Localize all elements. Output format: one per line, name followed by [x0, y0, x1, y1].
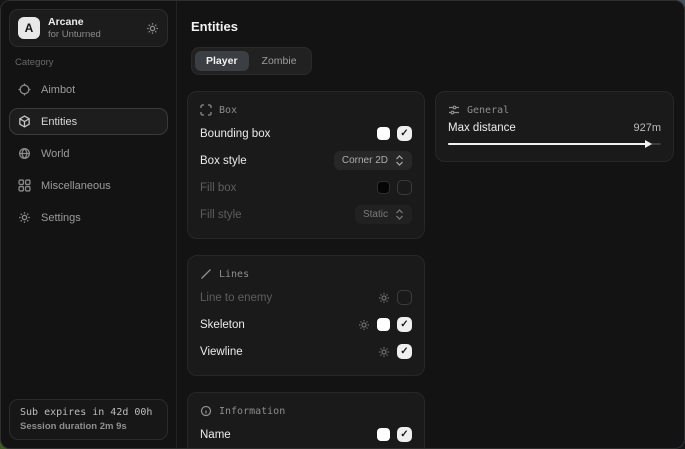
color-swatch[interactable]	[377, 318, 390, 331]
box-card: Box Bounding box ✓ Box style	[187, 91, 425, 239]
viewline-checkbox[interactable]: ✓	[397, 344, 412, 359]
tab-label: Zombie	[262, 55, 297, 67]
subscription-card: Sub expires in 42d 00h Session duration …	[9, 399, 168, 440]
name-checkbox[interactable]: ✓	[397, 427, 412, 442]
sidebar: A Arcane for Unturned Category A	[1, 1, 177, 448]
box-style-select[interactable]: Corner 2D	[334, 151, 412, 170]
setting-label: Fill style	[200, 209, 242, 221]
cube-icon	[18, 115, 31, 128]
row-settings-gear-icon[interactable]	[358, 319, 370, 331]
sidebar-item-label: Miscellaneous	[41, 180, 111, 192]
settings-gear-icon[interactable]	[146, 22, 159, 35]
app-meta: Arcane for Unturned	[48, 16, 101, 40]
app-logo: A	[18, 17, 40, 39]
setting-row-fill-box: Fill box ✓	[200, 176, 412, 199]
setting-row-bounding-box: Bounding box ✓	[200, 122, 412, 145]
setting-label: Box style	[200, 155, 247, 167]
app-name: Arcane	[48, 16, 101, 28]
setting-row-viewline: Viewline ✓	[200, 340, 412, 363]
entity-tabs: Player Zombie	[191, 47, 312, 75]
check-icon: ✓	[400, 319, 408, 330]
sidebar-item-aimbot[interactable]: Aimbot	[9, 76, 168, 103]
slider-thumb[interactable]	[645, 140, 652, 148]
sidebar-item-settings[interactable]: Settings	[9, 204, 168, 231]
sidebar-nav: Aimbot Entities World	[1, 76, 176, 231]
sidebar-item-label: Aimbot	[41, 84, 75, 96]
information-card-header: Information	[200, 405, 412, 417]
info-icon	[200, 405, 212, 417]
skeleton-checkbox[interactable]: ✓	[397, 317, 412, 332]
setting-row-fill-style: Fill style Static	[200, 203, 412, 226]
row-settings-gear-icon[interactable]	[378, 292, 390, 304]
setting-label: Line to enemy	[200, 292, 272, 304]
box-card-header: Box	[200, 104, 412, 116]
color-swatch[interactable]	[377, 428, 390, 441]
column-right: General Max distance 927m	[435, 91, 674, 162]
category-label: Category	[15, 57, 162, 68]
chevrons-up-down-icon	[395, 155, 404, 166]
sidebar-item-miscellaneous[interactable]: Miscellaneous	[9, 172, 168, 199]
tab-player[interactable]: Player	[195, 51, 249, 71]
row-settings-gear-icon[interactable]	[378, 346, 390, 358]
setting-row-line-to-enemy: Line to enemy ✓	[200, 286, 412, 309]
settings-columns: Box Bounding box ✓ Box style	[187, 91, 674, 449]
check-icon: ✓	[400, 346, 408, 357]
fill-style-select[interactable]: Static	[355, 205, 412, 224]
select-value: Corner 2D	[342, 155, 388, 166]
sidebar-item-world[interactable]: World	[9, 140, 168, 167]
setting-label: Max distance	[448, 122, 516, 134]
session-duration-text: Session duration 2m 9s	[20, 421, 157, 432]
setting-label: Viewline	[200, 346, 243, 358]
setting-label: Skeleton	[200, 319, 245, 331]
sub-expiry-text: Sub expires in 42d 00h	[20, 407, 157, 418]
diagonal-line-icon	[200, 268, 212, 280]
setting-label: Bounding box	[200, 128, 270, 140]
setting-row-name: Name ✓	[200, 423, 412, 446]
column-left: Box Bounding box ✓ Box style	[187, 91, 425, 449]
fill-box-checkbox[interactable]: ✓	[397, 180, 412, 195]
slider-fill	[448, 143, 646, 145]
sidebar-item-label: World	[41, 148, 70, 160]
main-content: Entities Player Zombie	[177, 1, 685, 448]
lines-card: Lines Line to enemy	[187, 255, 425, 376]
tab-label: Player	[206, 55, 238, 67]
grid-icon	[18, 179, 31, 192]
sidebar-item-label: Settings	[41, 212, 81, 224]
section-title: General	[467, 105, 509, 116]
app-subtitle: for Unturned	[48, 29, 101, 40]
section-title: Lines	[219, 269, 249, 280]
setting-row-max-distance: Max distance 927m	[448, 122, 661, 134]
check-icon: ✓	[400, 128, 408, 139]
information-card: Information Name ✓ Distance	[187, 392, 425, 449]
setting-label: Name	[200, 429, 231, 441]
general-card-header: General	[448, 104, 661, 116]
tab-zombie[interactable]: Zombie	[251, 51, 308, 71]
sidebar-item-entities[interactable]: Entities	[9, 108, 168, 135]
lines-card-header: Lines	[200, 268, 412, 280]
page-title: Entities	[191, 19, 674, 34]
chevrons-up-down-icon	[395, 209, 404, 220]
app-header-card: A Arcane for Unturned	[9, 9, 168, 47]
section-title: Box	[219, 105, 237, 116]
setting-label: Fill box	[200, 182, 236, 194]
sidebar-item-label: Entities	[41, 116, 77, 128]
scan-box-icon	[200, 104, 212, 116]
setting-row-box-style: Box style Corner 2D	[200, 149, 412, 172]
bounding-box-checkbox[interactable]: ✓	[397, 126, 412, 141]
crosshair-icon	[18, 83, 31, 96]
check-icon: ✓	[400, 429, 408, 440]
color-swatch[interactable]	[377, 127, 390, 140]
app-window: A Arcane for Unturned Category A	[0, 0, 685, 449]
max-distance-slider[interactable]	[448, 139, 661, 149]
sliders-icon	[448, 104, 460, 116]
max-distance-value: 927m	[633, 122, 661, 134]
general-card: General Max distance 927m	[435, 91, 674, 162]
gear-icon	[18, 211, 31, 224]
setting-row-skeleton: Skeleton ✓	[200, 313, 412, 336]
globe-icon	[18, 147, 31, 160]
line-to-enemy-checkbox[interactable]: ✓	[397, 290, 412, 305]
select-value: Static	[363, 209, 388, 220]
section-title: Information	[219, 406, 285, 417]
color-swatch[interactable]	[377, 181, 390, 194]
